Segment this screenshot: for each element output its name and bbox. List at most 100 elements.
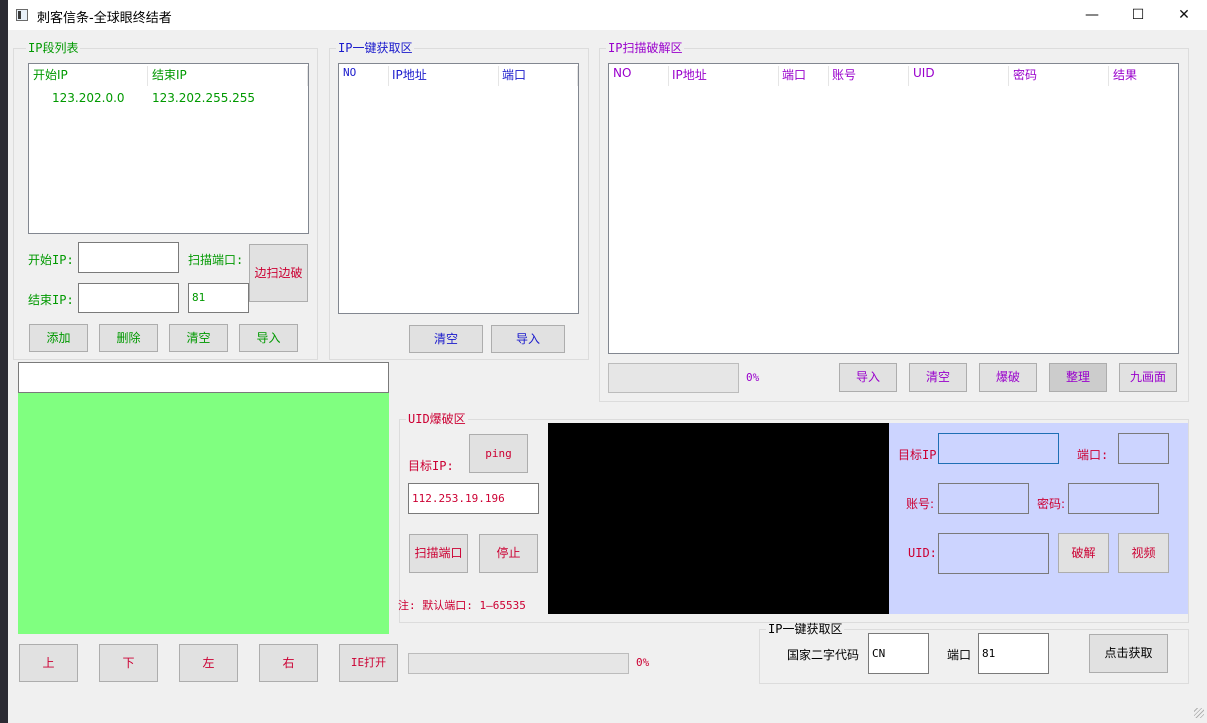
column-header-ip[interactable]: IP地址 — [672, 66, 707, 83]
scan-port-label: 扫描端口: — [188, 253, 244, 267]
scan-crack-title: IP扫描破解区 — [606, 41, 685, 55]
fetch-import-button-label: 导入 — [515, 332, 540, 346]
address-input[interactable] — [18, 362, 389, 393]
scan-crack-button[interactable]: 边扫边破 — [249, 244, 308, 302]
country-fetch-title: IP一键获取区 — [766, 622, 845, 636]
nine-view-button[interactable]: 九画面 — [1119, 363, 1177, 392]
panel-account-input[interactable] — [938, 483, 1029, 514]
country-code-input[interactable]: CN — [868, 633, 929, 674]
column-header-ip[interactable]: IP地址 — [392, 66, 427, 83]
video-button[interactable]: 视频 — [1118, 533, 1169, 573]
preview-progress-bar — [408, 653, 629, 674]
row-start-ip: 123.202.0.0 — [52, 91, 125, 105]
column-header-port[interactable]: 端口 — [502, 66, 526, 83]
fetch-clear-button-label: 清空 — [433, 332, 458, 346]
window-title: 刺客信条-全球眼终结者 — [37, 11, 172, 26]
right-button-label: 右 — [282, 656, 295, 670]
panel-target-ip-input[interactable] — [938, 433, 1059, 464]
brute-force-button[interactable]: 爆破 — [979, 363, 1037, 392]
start-ip-input[interactable] — [78, 242, 179, 273]
ip-range-listview[interactable]: 开始IP 结束IP 123.202.0.0 123.202.255.255 — [28, 63, 309, 234]
maximize-button[interactable]: ☐ — [1115, 0, 1161, 30]
column-header-password[interactable]: 密码 — [1013, 66, 1037, 83]
import-button-label: 导入 — [256, 331, 281, 345]
scan-port-input[interactable]: 81 — [188, 283, 249, 313]
app-icon — [16, 9, 28, 21]
add-button-label: 添加 — [46, 331, 71, 345]
left-button[interactable]: 左 — [179, 644, 238, 682]
desktop-background — [0, 0, 8, 723]
minimize-button[interactable]: — — [1069, 0, 1115, 30]
fetch-port-input[interactable]: 81 — [978, 633, 1049, 674]
uid-crack-title: UID爆破区 — [406, 412, 468, 426]
ping-button-label: ping — [485, 447, 512, 460]
fetch-clear-button[interactable]: 清空 — [409, 325, 483, 353]
panel-uid-label: UID: — [908, 546, 937, 560]
table-row[interactable]: 123.202.0.0 123.202.255.255 — [29, 90, 308, 108]
panel-account-label: 账号: — [906, 497, 935, 511]
up-button[interactable]: 上 — [19, 644, 78, 682]
panel-port-input[interactable] — [1118, 433, 1169, 464]
ip-list-title: IP段列表 — [26, 41, 81, 55]
left-button-label: 左 — [202, 656, 215, 670]
close-button[interactable]: ✕ — [1161, 0, 1207, 30]
crack-button-label: 破解 — [1071, 546, 1096, 560]
down-button-label: 下 — [122, 656, 135, 670]
fetch-import-button[interactable]: 导入 — [491, 325, 565, 353]
delete-button-label: 删除 — [116, 331, 141, 345]
add-button[interactable]: 添加 — [29, 324, 88, 352]
column-header-account[interactable]: 账号 — [832, 66, 856, 83]
ie-open-button-label: IE打开 — [350, 656, 387, 669]
delete-button[interactable]: 删除 — [99, 324, 158, 352]
panel-password-input[interactable] — [1068, 483, 1159, 514]
click-fetch-button[interactable]: 点击获取 — [1089, 634, 1168, 673]
scan-crack-listview[interactable]: NO IP地址 端口 账号 UID 密码 结果 — [608, 63, 1179, 354]
ip-fetch-listview[interactable]: NO IP地址 端口 — [338, 63, 579, 314]
scan-progress-bar — [608, 363, 739, 393]
column-header-port[interactable]: 端口 — [782, 66, 806, 83]
column-header-result[interactable]: 结果 — [1113, 66, 1137, 83]
crack-clear-button-label: 清空 — [925, 370, 950, 384]
uid-console — [548, 423, 889, 614]
stop-button-label: 停止 — [496, 546, 521, 560]
port-range-note: 注: 默认端口: 1—65535 — [398, 599, 526, 612]
right-button[interactable]: 右 — [259, 644, 318, 682]
column-header-uid[interactable]: UID — [913, 66, 935, 80]
scan-port-button-label: 扫描端口 — [414, 546, 463, 560]
column-header-no[interactable]: NO — [613, 66, 631, 80]
organize-button[interactable]: 整理 — [1049, 363, 1107, 392]
clear-button[interactable]: 清空 — [169, 324, 228, 352]
crack-import-button[interactable]: 导入 — [839, 363, 897, 392]
start-ip-label: 开始IP: — [28, 253, 74, 267]
scan-progress-text: 0% — [746, 371, 760, 384]
end-ip-input[interactable] — [78, 283, 179, 313]
organize-button-label: 整理 — [1065, 370, 1090, 384]
column-header-start-ip[interactable]: 开始IP — [33, 66, 68, 83]
target-ip-input[interactable]: 112.253.19.196 — [408, 483, 539, 514]
column-header-end-ip[interactable]: 结束IP — [152, 66, 187, 83]
ip-fetch-title: IP一键获取区 — [336, 41, 415, 55]
video-button-label: 视频 — [1131, 546, 1156, 560]
brute-force-button-label: 爆破 — [995, 370, 1020, 384]
down-button[interactable]: 下 — [99, 644, 158, 682]
video-preview — [18, 393, 389, 634]
crack-clear-button[interactable]: 清空 — [909, 363, 967, 392]
nine-view-button-label: 九画面 — [1129, 370, 1166, 384]
size-grip[interactable] — [1194, 708, 1204, 718]
click-fetch-button-label: 点击获取 — [1104, 646, 1153, 660]
stop-button[interactable]: 停止 — [479, 534, 538, 573]
ie-open-button[interactable]: IE打开 — [339, 644, 398, 682]
column-header-no[interactable]: NO — [343, 66, 356, 79]
end-ip-label: 结束IP: — [28, 293, 74, 307]
scan-port-button[interactable]: 扫描端口 — [409, 534, 468, 573]
import-button[interactable]: 导入 — [239, 324, 298, 352]
crack-button[interactable]: 破解 — [1058, 533, 1109, 573]
ping-button[interactable]: ping — [469, 434, 528, 473]
panel-uid-input[interactable] — [938, 533, 1049, 574]
crack-import-button-label: 导入 — [855, 370, 880, 384]
app-window: 刺客信条-全球眼终结者 — ☐ ✕ IP段列表 开始IP 结束IP 123.20… — [8, 0, 1207, 723]
up-button-label: 上 — [42, 656, 55, 670]
row-end-ip: 123.202.255.255 — [152, 91, 256, 105]
panel-port-label: 端口: — [1077, 448, 1109, 462]
preview-progress-text: 0% — [636, 656, 650, 669]
